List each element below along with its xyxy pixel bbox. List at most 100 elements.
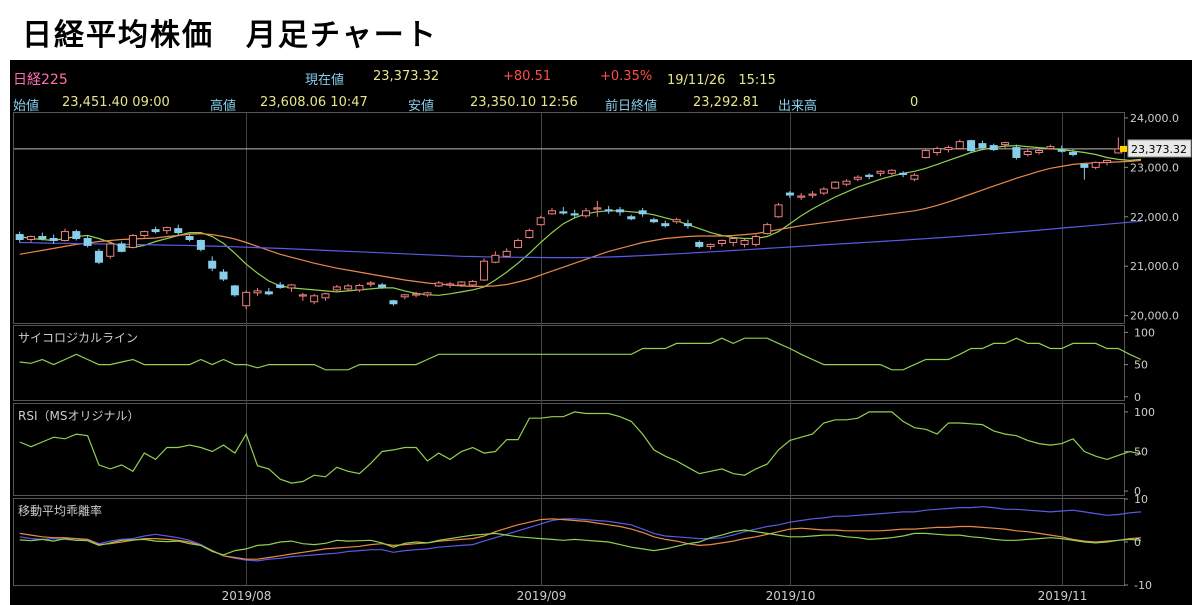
candle [94,248,103,265]
y-tick-label: 50 [1134,445,1148,458]
candle [729,237,738,247]
ma-mid-line [19,159,1142,287]
candle-body [740,239,749,245]
candle-body [763,224,772,235]
candle-body [457,281,466,286]
current-price-tag-text: 23,373.32 [1131,143,1187,156]
candle [887,169,896,176]
candle-body [536,217,545,226]
candle-body [423,292,432,296]
candle [661,220,670,228]
dev-pane-title: 移動平均乖離率 [18,503,102,518]
candle-body [174,228,183,234]
candle [706,243,715,250]
candle-body [1001,142,1010,146]
candle-body [1057,149,1066,152]
candle [638,207,647,217]
candle-body [1091,161,1100,168]
candle-body [106,243,115,257]
candle-body [1012,147,1021,158]
candle [1046,144,1055,150]
candle [298,292,307,301]
candle-body [468,280,477,286]
candle-body [140,231,149,237]
candle-body [819,188,828,194]
candle [955,139,964,150]
candle-body [559,211,568,214]
candle-body [751,236,760,245]
candle-body [638,210,647,215]
candle-body [525,230,534,239]
candle-body [808,193,817,196]
candle-body [853,176,862,180]
candle [853,175,862,182]
candle-body [1069,152,1078,156]
candle [60,228,69,242]
candle-body [1080,163,1089,168]
candle [83,235,92,248]
candle [15,231,24,243]
ma-short-line [19,144,1142,296]
candle [785,191,794,198]
chart-svg: 2019/08 2019/09 2019/10 2019/11 24,000.0 23,0… [13,112,1192,603]
candle-body [615,209,624,213]
candle-body [366,282,375,285]
candle-body [117,243,126,252]
candle [763,222,772,235]
candle [1091,161,1100,170]
candle-body [785,192,794,196]
candle [1023,148,1032,157]
candle-body [683,223,692,227]
candle [400,293,409,300]
candle [26,235,36,243]
candle-body [627,216,636,220]
candle-body [695,241,704,247]
candle-body [933,148,942,154]
dev-mid-line [19,518,1142,560]
candle-body [876,170,885,174]
candle-body [729,238,738,243]
candle-body [72,231,81,240]
candle [593,200,602,217]
page-title: 日経平均株価 月足チャート [22,18,438,53]
candle-body [967,140,976,152]
candle-body [774,204,783,218]
candle [140,230,149,238]
y-tick-label: 21,000.0 [1130,260,1179,273]
candle-body [83,238,92,246]
candle-body [581,210,591,217]
y-tick-label: -10 [1134,579,1152,592]
candle [865,173,874,180]
candle-body [298,294,307,297]
candle [332,284,341,292]
y-tick-label: 50 [1134,359,1148,372]
candle [174,224,183,236]
candle-body [400,294,409,298]
candle [151,226,160,234]
candle [1080,163,1089,180]
candle [480,258,489,281]
candle [1001,141,1010,149]
candle-body [865,174,874,177]
candle-body [514,239,523,248]
candle-body [672,219,681,223]
dev-long-line [19,506,1142,562]
rsi-pane-frame [13,403,1125,496]
candle [910,173,919,182]
candle-body [944,147,953,151]
rsi-line [19,411,1142,484]
candle-body [978,143,987,149]
candle [581,207,591,218]
candle-body [842,180,851,185]
candle-body [253,290,262,294]
psychological-line [19,337,1142,371]
candle-body [389,300,398,305]
candle-body [593,207,602,210]
candle-body [1102,159,1112,163]
candle [627,214,636,221]
candle-body [797,195,806,198]
candle [797,193,806,200]
candle-body [242,291,251,307]
candle [49,234,58,244]
candle-body [321,293,330,299]
